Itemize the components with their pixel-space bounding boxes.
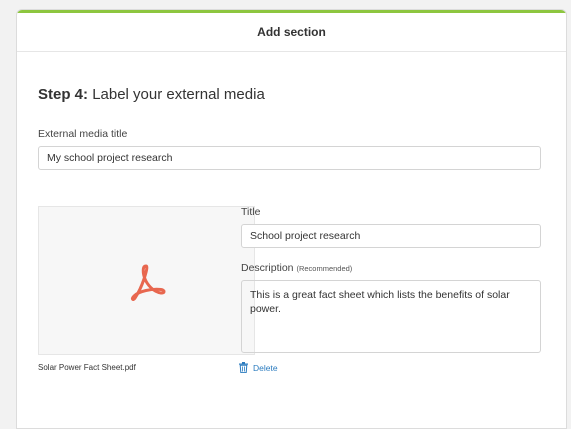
- media-title-input[interactable]: My school project research: [38, 146, 541, 170]
- delete-label: Delete: [253, 362, 278, 373]
- step-text: Label your external media: [92, 86, 265, 103]
- file-preview: [38, 206, 255, 355]
- step-number: Step 4:: [38, 86, 89, 103]
- description-textarea[interactable]: This is a great fact sheet which lists t…: [241, 280, 541, 353]
- file-name: Solar Power Fact Sheet.pdf: [38, 363, 136, 372]
- description-label: Description (Recommended): [241, 262, 352, 274]
- description-value: This is a great fact sheet which lists t…: [250, 289, 510, 315]
- media-title-value: My school project research: [47, 152, 173, 164]
- pdf-icon: [130, 264, 165, 301]
- title-label: Title: [241, 206, 261, 218]
- title-input[interactable]: School project research: [241, 224, 541, 248]
- modal-header: Add section: [17, 13, 566, 52]
- add-section-modal: Add section Step 4: Label your external …: [16, 9, 567, 429]
- trash-icon: [239, 362, 248, 373]
- description-label-text: Description: [241, 262, 294, 274]
- step-heading: Step 4: Label your external media: [38, 86, 265, 103]
- modal-title: Add section: [257, 25, 326, 39]
- delete-button[interactable]: Delete: [239, 362, 278, 373]
- title-value: School project research: [250, 230, 361, 242]
- media-title-label: External media title: [38, 128, 128, 140]
- description-note: (Recommended): [296, 264, 353, 273]
